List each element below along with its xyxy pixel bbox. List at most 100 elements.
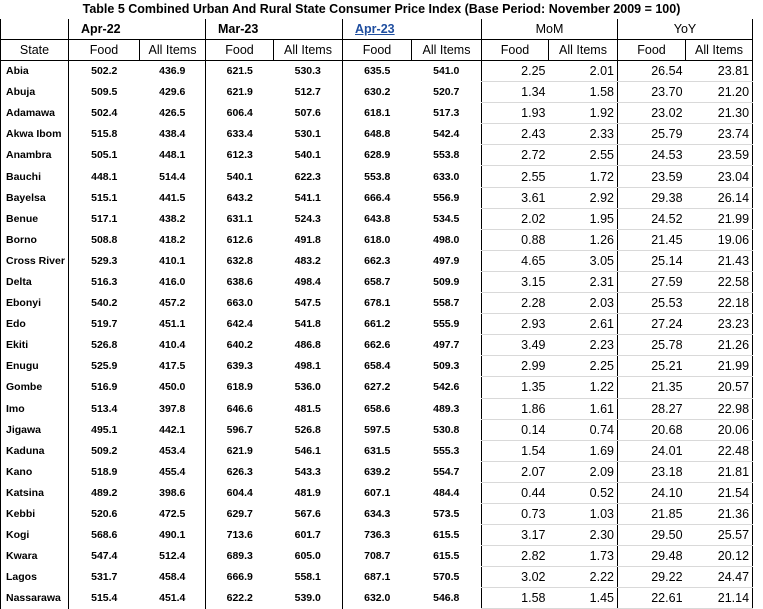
cpi-table: Apr-22 Mar-23 Apr-23 MoM YoY State Food … bbox=[0, 19, 754, 609]
mom-food-cell: 2.02 bbox=[481, 208, 549, 230]
state-name-cell: Enugu bbox=[0, 355, 69, 377]
mom-all-items-cell: 2.30 bbox=[548, 524, 618, 547]
apr23-food-cell: 639.2 bbox=[342, 461, 412, 483]
apr22-food-cell: 568.6 bbox=[68, 524, 140, 546]
apr22-all-items-cell: 453.4 bbox=[159, 444, 186, 457]
apr23-all-items-cell: 554.7 bbox=[433, 465, 460, 478]
mar23-all-items-cell: 546.1 bbox=[294, 444, 321, 457]
apr22-food-cell: 515.8 bbox=[68, 123, 140, 145]
yoy-food-cell: 24.53 bbox=[617, 144, 686, 167]
yoy-food-cell: 29.50 bbox=[617, 524, 686, 547]
apr23-all-items-cell: 517.3 bbox=[433, 107, 460, 120]
mar23-food-cell: 621.9 bbox=[205, 440, 274, 462]
mar23-food-cell: 629.7 bbox=[205, 503, 274, 525]
yoy-all-items-cell: 22.18 bbox=[685, 292, 754, 315]
apr22-all-items-cell: 410.4 bbox=[159, 339, 186, 352]
apr22-food-cell: 515.1 bbox=[68, 187, 140, 209]
table-row: Jigawa 495.1 442.1 596.7 526.8 597.5 530.8 0.14… bbox=[0, 419, 754, 441]
mom-all-items-cell: 2.22 bbox=[548, 566, 618, 589]
apr23-all-items-cell: 520.7 bbox=[433, 86, 460, 99]
state-name-cell: Bauchi bbox=[0, 165, 69, 188]
mom-food-cell: 4.65 bbox=[481, 250, 549, 272]
yoy-food-cell: 24.10 bbox=[617, 482, 686, 504]
table-row: Nassarawa 515.4 451.4 622.2 539.0 632.0 546.8 1… bbox=[0, 587, 754, 609]
apr23-food-cell: 678.1 bbox=[342, 292, 412, 314]
table-row: Abia 502.2 436.9 621.5 530.3 635.5 541.0 2.25 2.… bbox=[0, 60, 754, 83]
mar23-all-items-cell: 601.7 bbox=[294, 529, 321, 542]
state-name-cell: Ebonyi bbox=[0, 292, 69, 314]
yoy-all-items-cell: 21.81 bbox=[685, 461, 754, 483]
mom-all-items-cell: 0.74 bbox=[548, 419, 618, 441]
mar23-all-items-cell: 507.6 bbox=[294, 107, 321, 120]
apr22-food-cell: 516.3 bbox=[68, 271, 140, 293]
mar23-food-cell: 663.0 bbox=[205, 292, 274, 314]
mar23-all-items-cell: 540.1 bbox=[294, 149, 321, 162]
mar23-food-cell: 632.8 bbox=[205, 250, 274, 272]
apr23-all-items-cell: 615.5 bbox=[433, 529, 460, 542]
yoy-all-items-cell: 21.43 bbox=[685, 250, 754, 272]
mom-all-items-cell: 2.03 bbox=[548, 292, 618, 315]
yoy-food-cell: 27.59 bbox=[617, 271, 686, 294]
mom-food-cell: 0.88 bbox=[481, 229, 549, 251]
mar23-all-items-cell: 536.0 bbox=[294, 381, 321, 394]
mom-all-items-cell: 1.73 bbox=[548, 545, 618, 568]
apr22-all-items-cell: 397.8 bbox=[159, 402, 186, 415]
mar23-all-items-cell: 567.6 bbox=[294, 508, 321, 521]
apr22-food-cell: 518.9 bbox=[68, 461, 140, 483]
apr23-food-cell: 634.3 bbox=[342, 503, 412, 525]
mar23-food-cell: 606.4 bbox=[205, 102, 274, 124]
mar23-food-cell: 643.2 bbox=[205, 187, 274, 209]
yoy-all-items-cell: 22.98 bbox=[685, 398, 754, 420]
table-row: Cross River 529.3 410.1 632.8 483.2 662.3 497.… bbox=[0, 250, 754, 272]
mar23-all-items-cell: 483.2 bbox=[294, 254, 321, 267]
yoy-food-cell: 25.14 bbox=[617, 250, 686, 272]
state-name-cell: Jigawa bbox=[0, 419, 69, 441]
apr22-food-cell: 495.1 bbox=[68, 419, 140, 441]
yoy-all-items-cell: 21.14 bbox=[685, 587, 754, 609]
mom-all-items-cell: 1.72 bbox=[548, 165, 618, 188]
apr23-food-cell: 618.1 bbox=[342, 102, 412, 124]
apr23-food-cell: 643.8 bbox=[342, 208, 412, 230]
mom-food-cell: 1.86 bbox=[481, 398, 549, 420]
col-food: Food bbox=[342, 39, 412, 61]
mar23-food-cell: 713.6 bbox=[205, 524, 274, 546]
mar23-food-cell: 666.9 bbox=[205, 566, 274, 588]
apr23-food-cell: 630.2 bbox=[342, 81, 412, 103]
apr23-all-items-cell: 556.9 bbox=[433, 191, 460, 204]
mom-food-cell: 1.58 bbox=[481, 587, 549, 609]
state-name-cell: Borno bbox=[0, 229, 69, 251]
table-row: Borno 508.8 418.2 612.6 491.8 618.0 498.0 0.88 1… bbox=[0, 229, 754, 251]
yoy-food-cell: 25.79 bbox=[617, 123, 686, 146]
apr23-food-cell: 635.5 bbox=[342, 60, 412, 82]
apr22-all-items-cell: 426.5 bbox=[159, 107, 186, 120]
state-name-cell: Kwara bbox=[0, 545, 69, 567]
table-row: Adamawa 502.4 426.5 606.4 507.6 618.1 517.3 1.9… bbox=[0, 102, 754, 125]
apr23-all-items-cell: 497.7 bbox=[433, 339, 460, 352]
mar23-food-cell: 621.5 bbox=[205, 60, 274, 82]
apr23-food-cell: 658.7 bbox=[342, 271, 412, 293]
mom-all-items-cell: 2.61 bbox=[548, 313, 618, 336]
table-row: Gombe 516.9 450.0 618.9 536.0 627.2 542.6 1.35 1… bbox=[0, 376, 754, 399]
table-row: Ekiti 526.8 410.4 640.2 486.8 662.6 497.7 3.49 2… bbox=[0, 334, 754, 357]
apr22-all-items-cell: 457.2 bbox=[159, 297, 186, 310]
apr22-food-cell: 519.7 bbox=[68, 313, 140, 335]
period-apr-23-link[interactable]: Apr-23 bbox=[342, 19, 482, 40]
apr23-all-items-cell: 542.6 bbox=[433, 381, 460, 394]
yoy-food-cell: 25.21 bbox=[617, 355, 686, 378]
table-title: Table 5 Combined Urban And Rural State C… bbox=[82, 2, 681, 16]
mom-food-cell: 2.99 bbox=[481, 355, 549, 378]
apr23-all-items-cell: 497.9 bbox=[433, 254, 460, 267]
yoy-all-items-cell: 20.12 bbox=[685, 545, 754, 568]
col-all-items: All Items bbox=[548, 39, 618, 61]
mom-all-items-cell: 2.31 bbox=[548, 271, 618, 294]
yoy-all-items-cell: 22.48 bbox=[685, 440, 754, 462]
apr22-food-cell: 509.2 bbox=[68, 440, 140, 462]
apr23-all-items-cell: 573.5 bbox=[433, 508, 460, 521]
col-all-items: All Items bbox=[139, 39, 206, 61]
apr22-all-items-cell: 441.5 bbox=[159, 191, 186, 204]
apr23-all-items-cell: 509.3 bbox=[433, 360, 460, 373]
mom-food-cell: 2.72 bbox=[481, 144, 549, 167]
mom-food-cell: 2.07 bbox=[481, 461, 549, 483]
apr23-food-cell: 632.0 bbox=[342, 587, 412, 609]
mar23-food-cell: 604.4 bbox=[205, 482, 274, 504]
